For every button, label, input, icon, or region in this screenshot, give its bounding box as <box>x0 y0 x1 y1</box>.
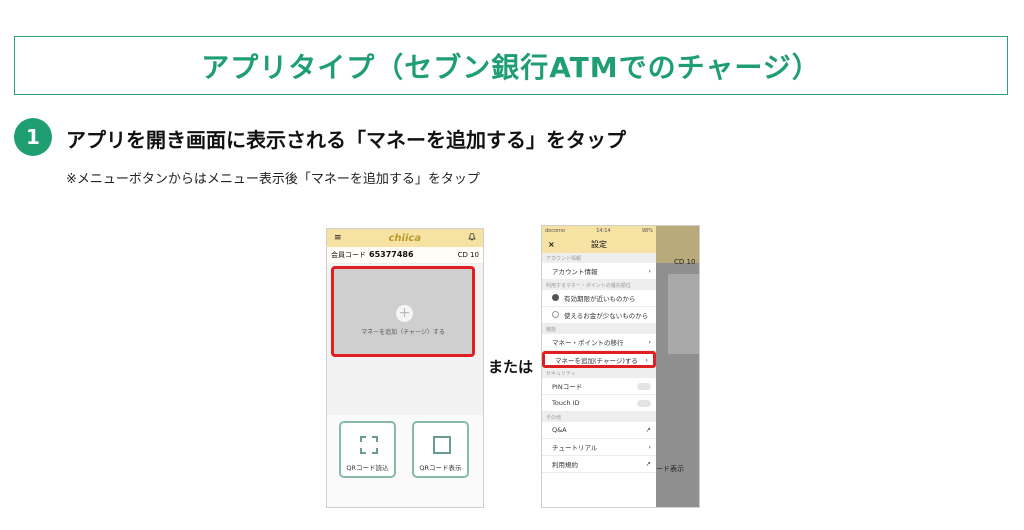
background-show-label: ード表示 <box>656 465 684 473</box>
member-code-bar: 会員コード 65377486 CD 10 <box>327 247 483 264</box>
cd-label: CD 10 <box>457 251 479 259</box>
clock: 14:14 <box>596 227 611 234</box>
qr-scan-label: QRコード読込 <box>346 464 389 472</box>
menu-icon[interactable]: ≡ <box>334 233 342 243</box>
section-account: アカウント情報 <box>542 253 656 263</box>
app-logo: chiica <box>388 232 422 244</box>
background-cd: CD 10 <box>674 258 696 266</box>
chevron-right-icon: › <box>648 267 651 275</box>
chevron-right-icon: › <box>648 443 651 451</box>
plus-icon: + <box>396 305 413 322</box>
step-note: ※メニューボタンからはメニュー表示後「マネーを追加する」をタップ <box>66 172 480 187</box>
chevron-right-icon: › <box>645 355 648 364</box>
close-icon[interactable]: × <box>548 240 555 249</box>
radio-selected-icon <box>552 294 559 301</box>
battery: 98% <box>641 227 653 234</box>
qr-show-button[interactable]: QRコード表示 <box>412 421 469 478</box>
step-heading: アプリを開き画面に表示される「マネーを追加する」をタップ <box>66 128 626 152</box>
radio-icon <box>552 311 559 318</box>
settings-title: 設定 <box>591 239 607 249</box>
pin-toggle[interactable] <box>637 382 651 390</box>
chevron-right-icon: › <box>648 338 651 346</box>
add-money-item[interactable]: マネーを追加(チャージ)する › <box>542 351 656 368</box>
tutorial-item[interactable]: チュートリアル › <box>542 439 656 456</box>
section-misc: その他 <box>542 412 656 422</box>
add-money-card[interactable]: + マネーを追加（チャージ）する <box>331 266 475 357</box>
member-code: 65377486 <box>369 250 414 259</box>
qr-scan-icon <box>360 436 378 454</box>
bell-icon[interactable] <box>468 232 476 244</box>
qr-show-label: QRコード表示 <box>419 464 462 472</box>
add-money-label: マネーを追加（チャージ）する <box>361 329 445 336</box>
dimmed-background: CD 10 ード表示 <box>656 226 699 507</box>
app-header: ≡ chiica <box>327 229 483 247</box>
page-title: アプリタイプ（セブン銀行ATMでのチャージ） <box>201 50 821 84</box>
option-expiry[interactable]: 有効期限が近いものから <box>542 290 656 307</box>
account-info-item[interactable]: アカウント情報 › <box>542 263 656 280</box>
touch-id-item[interactable]: Touch ID <box>542 395 656 412</box>
section-money-order: 利用するマネー・ポイントの優先順位 <box>542 280 656 290</box>
status-bar: docomo 14:14 98% <box>542 226 656 235</box>
settings-menu-screenshot: CD 10 ード表示 docomo 14:14 98% × 設定 アカウント情報… <box>541 225 700 508</box>
qa-item[interactable]: Q&A ↗ <box>542 422 656 439</box>
bottom-actions: QRコード読込 QRコード表示 <box>327 415 483 507</box>
touch-id-toggle[interactable] <box>637 399 651 407</box>
terms-item[interactable]: 利用規約 ↗ <box>542 456 656 473</box>
option-balance[interactable]: 使えるお金が少ないものから <box>542 307 656 324</box>
qr-code-icon <box>433 436 451 454</box>
title-banner: アプリタイプ（セブン銀行ATMでのチャージ） <box>14 36 1008 95</box>
member-code-label: 会員コード <box>331 251 366 259</box>
carrier: docomo <box>545 227 565 234</box>
money-transfer-item[interactable]: マネー・ポイントの移行 › <box>542 334 656 351</box>
pin-code-item[interactable]: PINコード <box>542 378 656 395</box>
or-label: または <box>488 358 534 376</box>
settings-nav: × 設定 <box>542 235 656 253</box>
section-functions: 機能 <box>542 324 656 334</box>
app-home-screenshot: ≡ chiica 会員コード 65377486 CD 10 + マネーを追加（チャ… <box>326 228 484 508</box>
step-number-badge: 1 <box>14 118 52 156</box>
external-link-icon: ↗ <box>645 460 651 468</box>
qr-scan-button[interactable]: QRコード読込 <box>339 421 396 478</box>
settings-panel: docomo 14:14 98% × 設定 アカウント情報 アカウント情報 › 利… <box>542 226 656 507</box>
section-security: セキュリティ <box>542 368 656 378</box>
external-link-icon: ↗ <box>645 426 651 434</box>
